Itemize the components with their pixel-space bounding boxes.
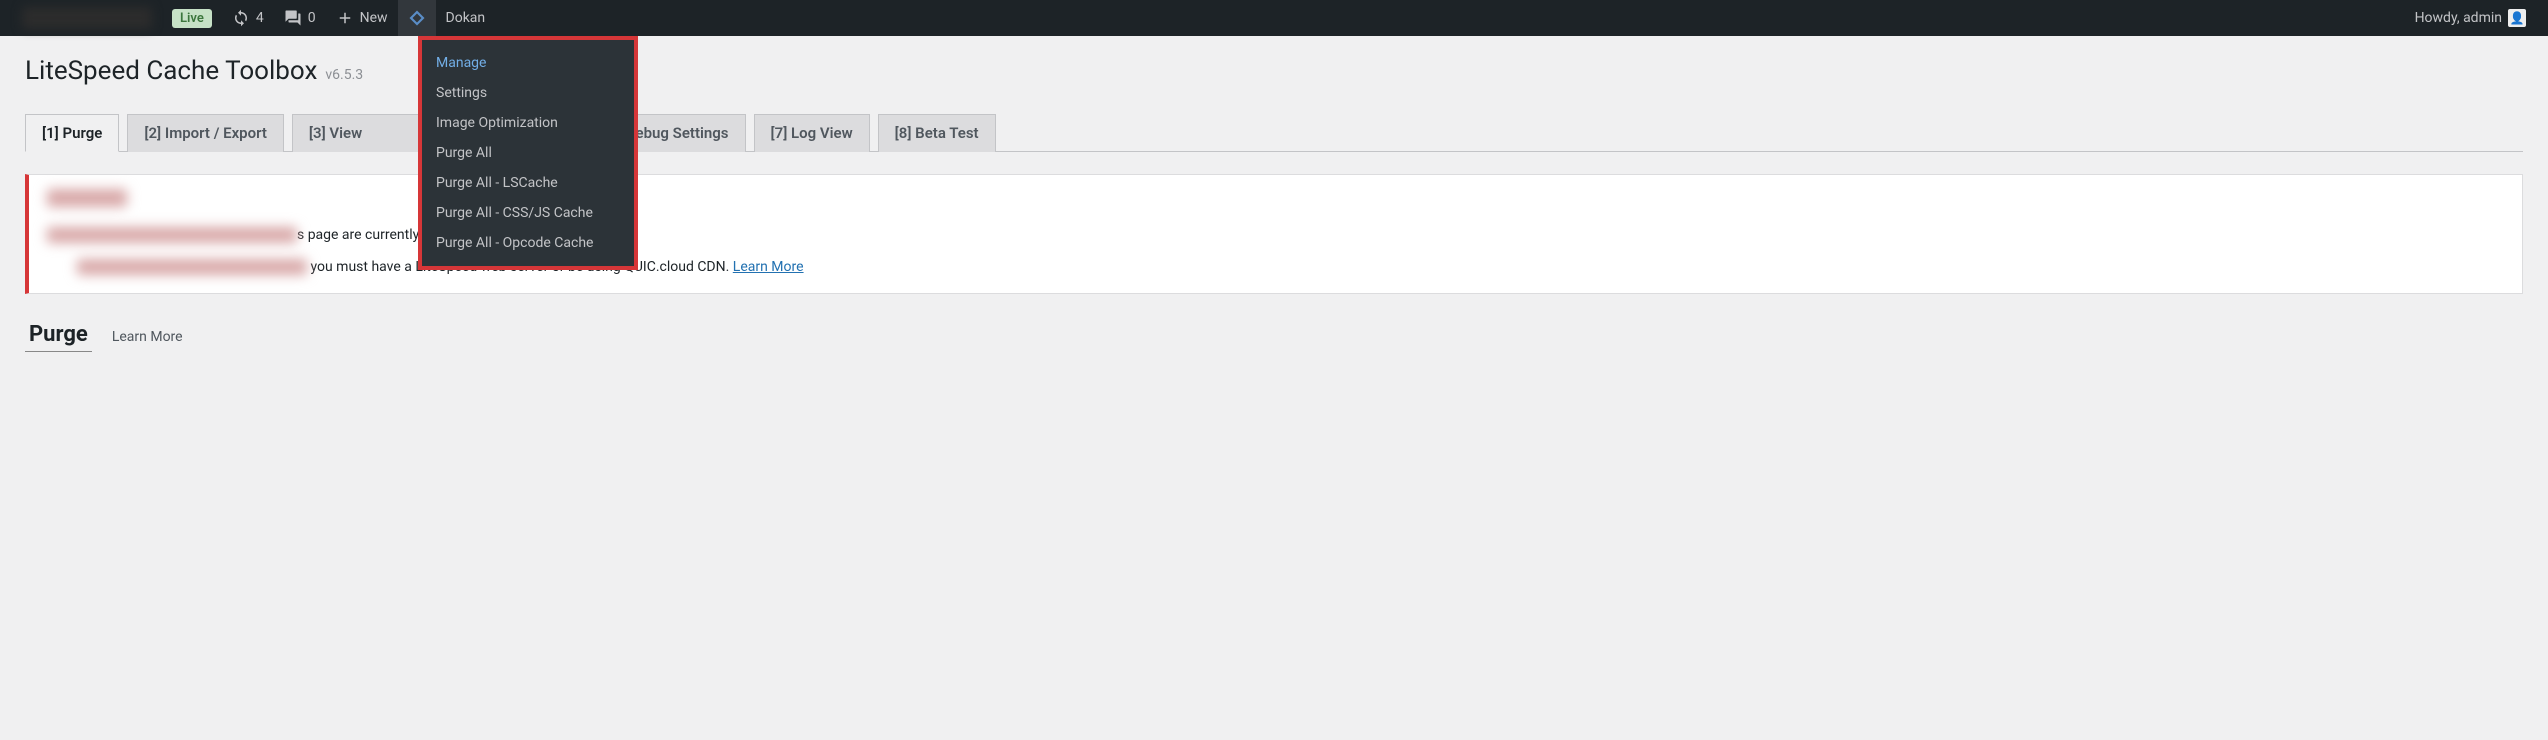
new-item[interactable]: New [326, 0, 398, 36]
tab-beta-test[interactable]: [8] Beta Test [878, 114, 996, 152]
avatar: 👤 [2508, 9, 2526, 27]
comments-count: 0 [308, 10, 316, 26]
admin-bar-right: Howdy, admin 👤 [2405, 0, 2536, 36]
comments-item[interactable]: 0 [274, 0, 326, 36]
blurred-text [47, 227, 297, 243]
dropdown-item-image-optimization[interactable]: Image Optimization [422, 108, 634, 138]
plus-icon [336, 9, 354, 27]
dropdown-item-purge-all[interactable]: Purge All [422, 138, 634, 168]
greeting-text: Howdy, admin [2415, 10, 2502, 26]
refresh-icon [232, 9, 250, 27]
admin-bar: Live 4 0 New Dokan Howdy, admin 👤 [0, 0, 2548, 36]
dropdown-item-settings[interactable]: Settings [422, 78, 634, 108]
learn-more-link[interactable]: Learn More [733, 259, 804, 275]
page-title-wrap: LiteSpeed Cache Toolbox v6.5.3 [25, 56, 2523, 86]
dropdown-item-manage[interactable]: Manage [422, 48, 634, 78]
tab-log-view[interactable]: [7] Log View [754, 114, 870, 152]
blurred-text [77, 259, 307, 275]
tab-purge[interactable]: [1] Purge [25, 114, 119, 152]
dropdown-item-purge-lscache[interactable]: Purge All - LSCache [422, 168, 634, 198]
dokan-item[interactable]: Dokan [436, 0, 496, 36]
dropdown-item-purge-opcode[interactable]: Purge All - Opcode Cache [422, 228, 634, 258]
account-item[interactable]: Howdy, admin 👤 [2405, 0, 2536, 36]
dokan-label: Dokan [446, 10, 486, 26]
blurred-text [47, 189, 127, 207]
litespeed-menu-item[interactable] [398, 0, 436, 36]
comment-icon [284, 9, 302, 27]
litespeed-dropdown: Manage Settings Image Optimization Purge… [418, 36, 638, 270]
admin-bar-left: Live 4 0 New Dokan [12, 0, 495, 36]
content-wrap: LiteSpeed Cache Toolbox v6.5.3 [1] Purge… [0, 36, 2548, 374]
page-title: LiteSpeed Cache Toolbox [25, 56, 317, 86]
site-name-item[interactable] [12, 0, 162, 36]
updates-item[interactable]: 4 [222, 0, 274, 36]
new-label: New [360, 10, 388, 26]
section-learn-more-link[interactable]: Learn More [112, 329, 183, 345]
updates-count: 4 [256, 10, 264, 26]
litespeed-icon [408, 9, 426, 27]
notice-box: s page are currently unavailable! you mu… [25, 174, 2523, 294]
live-badge: Live [172, 9, 212, 28]
site-name-blurred [22, 7, 152, 29]
tabs-row: [1] Purge [2] Import / Export [3] View e… [25, 114, 2523, 152]
version-tag: v6.5.3 [325, 67, 363, 83]
tab-import-export[interactable]: [2] Import / Export [127, 114, 284, 152]
dropdown-item-purge-cssjs[interactable]: Purge All - CSS/JS Cache [422, 198, 634, 228]
tab-view[interactable]: [3] View [292, 114, 423, 152]
section-header: Purge Learn More [25, 322, 2523, 354]
section-title: Purge [25, 322, 92, 352]
live-status-item[interactable]: Live [162, 0, 222, 36]
